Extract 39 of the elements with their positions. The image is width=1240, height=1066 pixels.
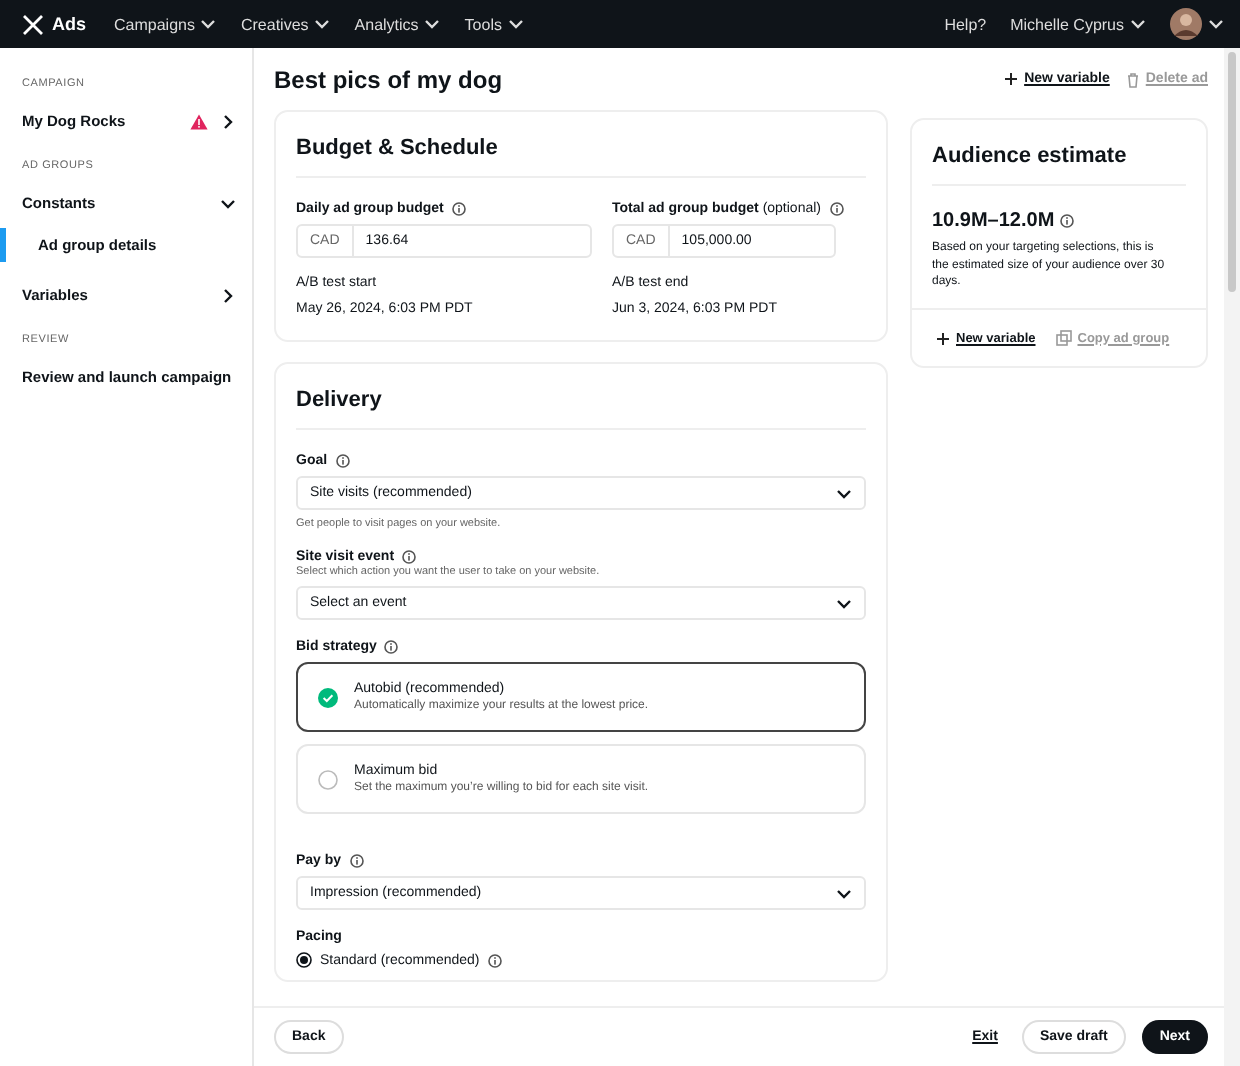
help-link[interactable]: Help?: [944, 15, 987, 33]
caret-icon: [200, 16, 217, 32]
info-icon: [451, 202, 466, 216]
nav-menu[interactable]: Campaigns: [114, 15, 217, 33]
info-icon: [384, 640, 399, 654]
plus-icon: [936, 331, 950, 346]
info-icon: [829, 202, 844, 216]
info-icon: [349, 854, 364, 868]
plus-icon: [1004, 72, 1019, 86]
x-logo-icon: [22, 13, 44, 35]
caret-icon: [1130, 16, 1146, 32]
info-icon: [402, 550, 417, 564]
user-menu[interactable]: Michelle Cyprus: [1010, 15, 1146, 33]
check-circle-icon: [318, 687, 338, 707]
card-title: Delivery: [296, 386, 384, 412]
chevron-icon: [836, 595, 852, 611]
nav-menu[interactable]: Creatives: [240, 15, 331, 33]
chevron-icon: [836, 885, 852, 901]
caret-icon: [1208, 16, 1224, 32]
card-title: Audience estimate: [932, 142, 1129, 168]
chevron-icon: [836, 485, 852, 501]
card-title: Budget & Schedule: [296, 134, 500, 160]
caret-icon: [424, 16, 441, 32]
radio-icon[interactable]: [296, 952, 312, 968]
nav-menu[interactable]: Tools: [464, 15, 524, 33]
trash-icon: [1125, 71, 1140, 87]
avatar-menu[interactable]: [1170, 8, 1224, 40]
scrollbar[interactable]: [1224, 48, 1240, 1066]
copy-icon: [1055, 330, 1072, 347]
info-icon: [1060, 214, 1075, 228]
radio-icon: [318, 769, 338, 789]
page-title: Best pics of my dog: [274, 65, 503, 93]
audience-range: 10.9M–12.0M: [932, 210, 1055, 232]
info-icon: [487, 953, 502, 967]
caret-icon: [314, 16, 331, 32]
info-icon: [335, 454, 350, 468]
logo-text: Ads: [52, 14, 87, 34]
caret-icon: [507, 16, 524, 32]
nav-menu[interactable]: Analytics: [354, 15, 441, 33]
